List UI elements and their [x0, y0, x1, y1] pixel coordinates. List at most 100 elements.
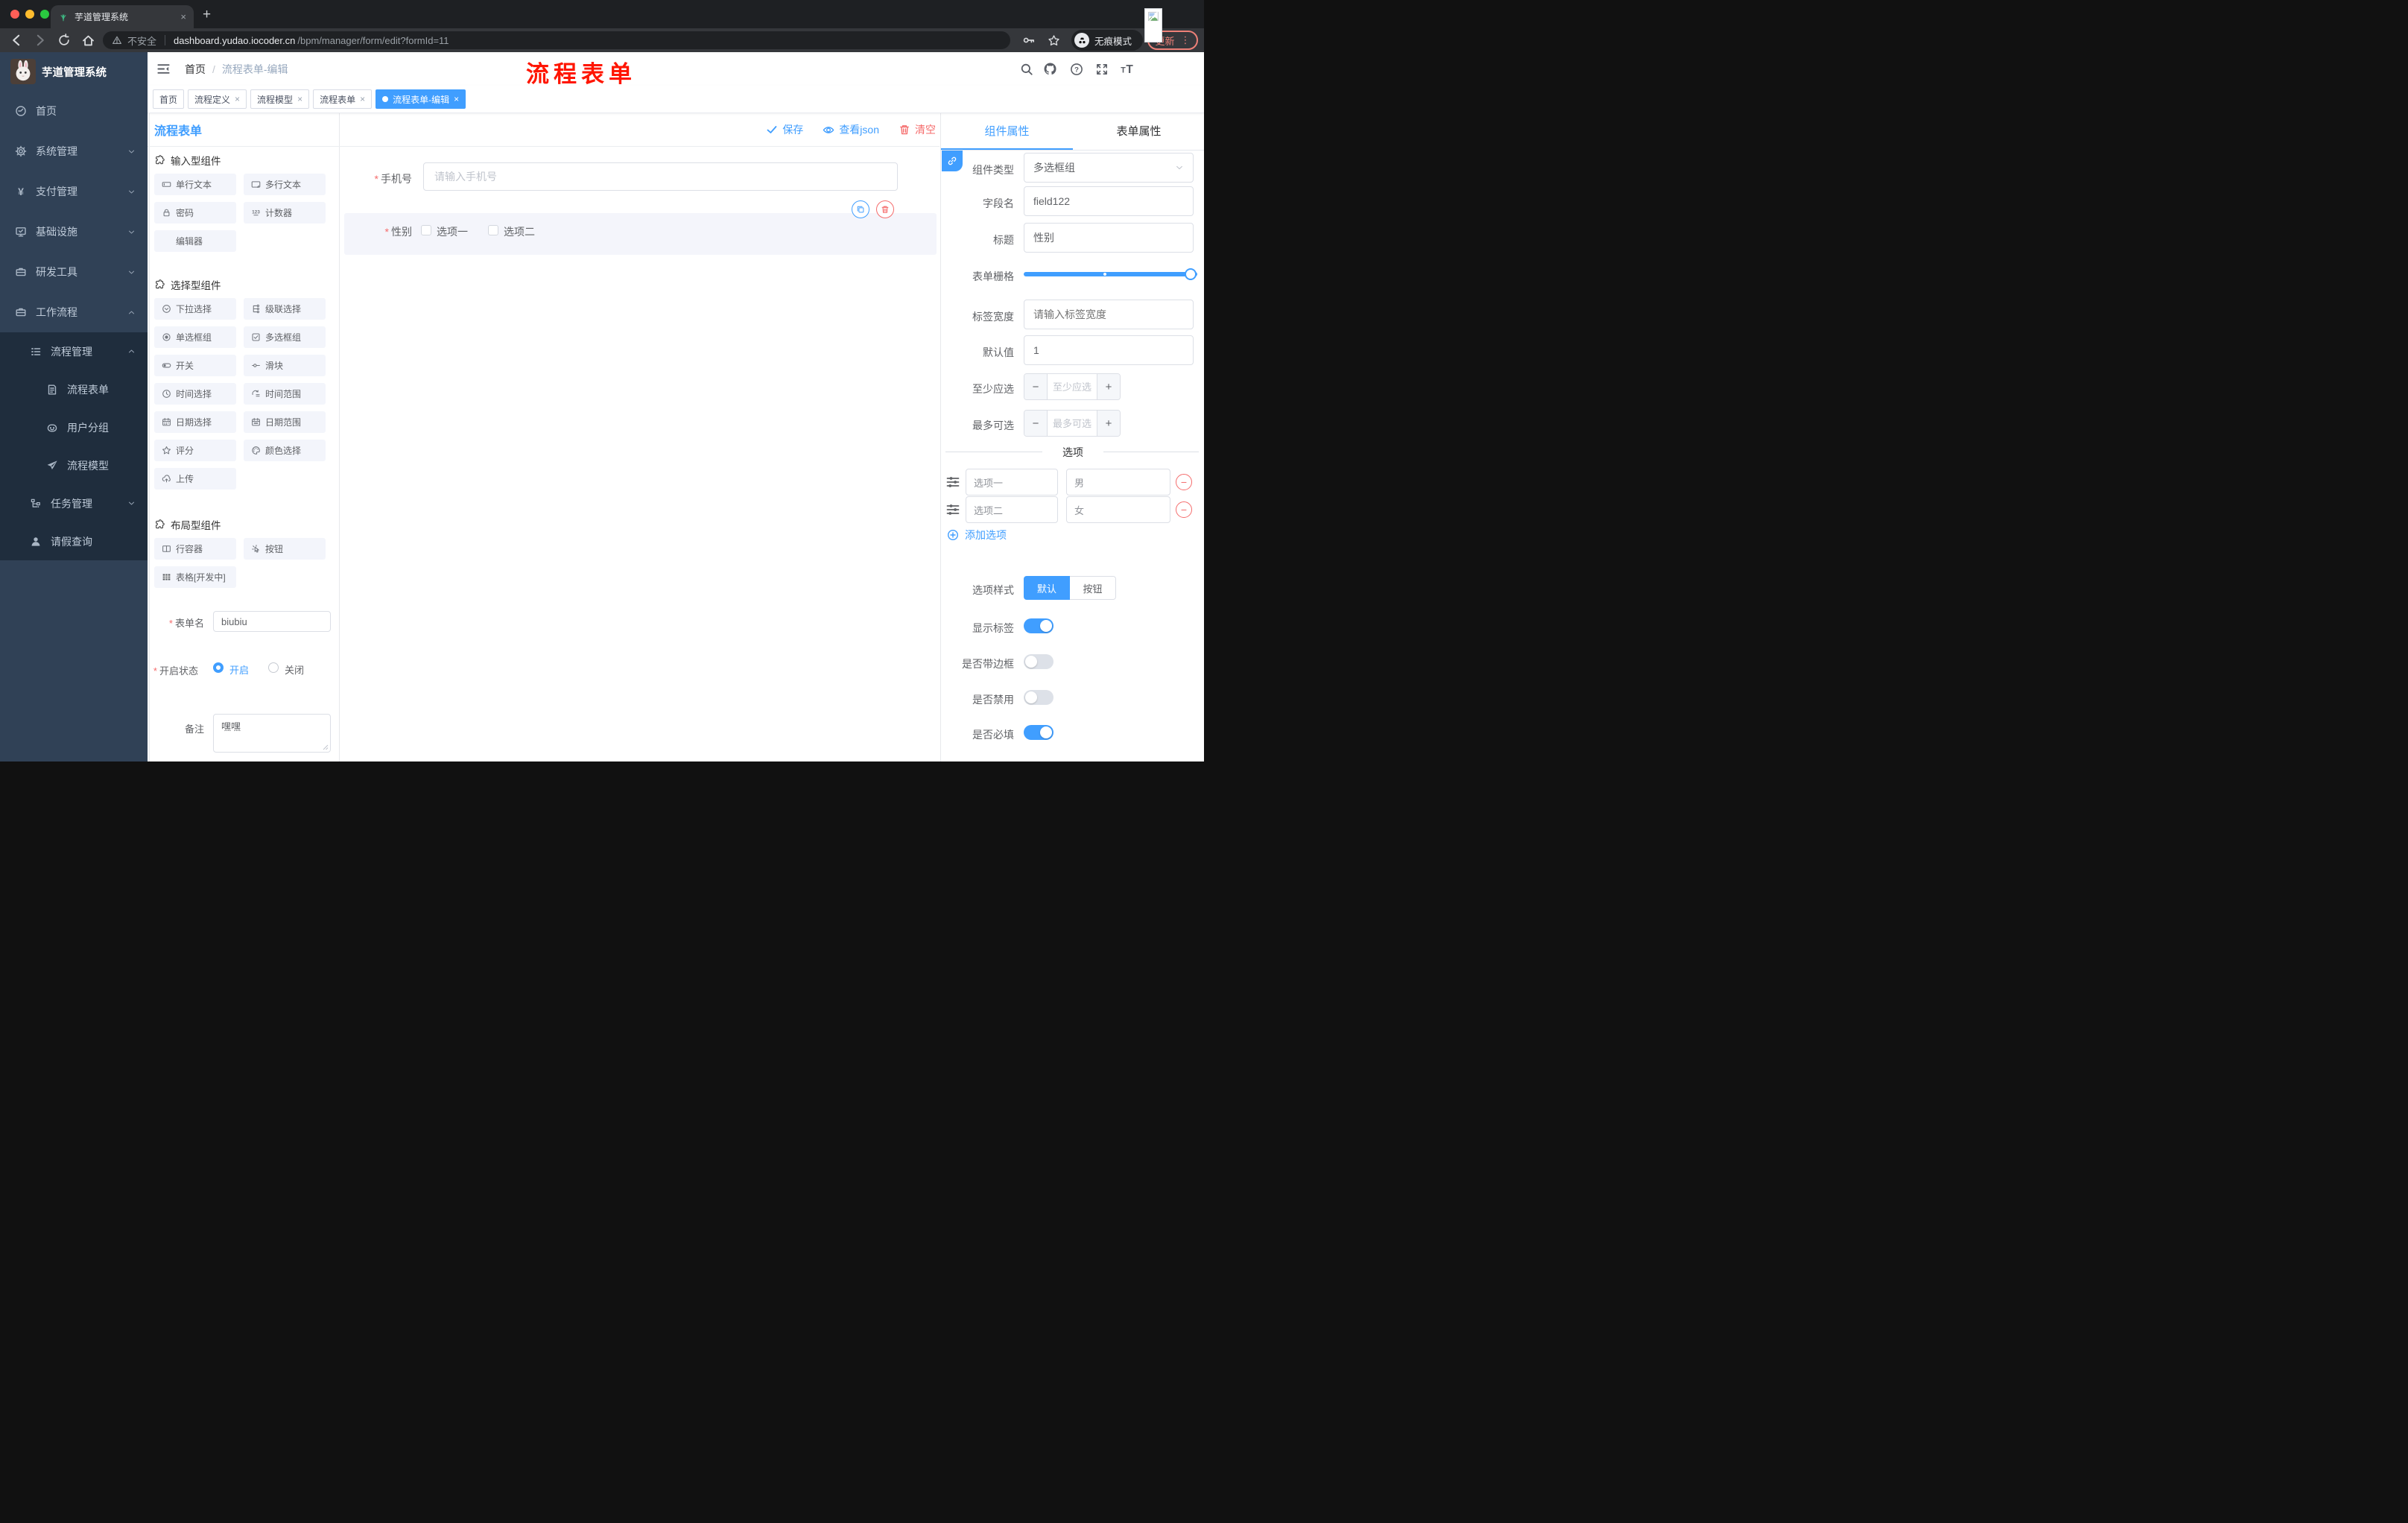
palette-item-multi-line-text[interactable]: 多行文本: [244, 174, 326, 195]
avatar[interactable]: [1144, 8, 1162, 42]
tab-form-properties[interactable]: 表单属性: [1073, 113, 1204, 151]
option2-label-input[interactable]: [966, 496, 1058, 523]
max-select-input[interactable]: [1048, 411, 1097, 436]
delete-component-button[interactable]: [876, 200, 894, 218]
palette-item-editor[interactable]: 编辑器: [154, 230, 236, 252]
palette-item-color-picker[interactable]: 颜色选择: [244, 440, 326, 461]
sidebar-item-workflow[interactable]: 工作流程: [0, 292, 148, 332]
close-window-button[interactable]: [10, 10, 19, 19]
palette-item-button[interactable]: 按钮: [244, 538, 326, 560]
address-bar[interactable]: 不安全 dashboard.yudao.iocoder.cn/bpm/manag…: [103, 31, 1010, 49]
palette-item-password[interactable]: 密码: [154, 202, 236, 224]
tag-process-model[interactable]: 流程模型 ×: [250, 89, 310, 109]
new-tab-button[interactable]: +: [203, 7, 211, 23]
close-tag-icon[interactable]: ×: [360, 94, 365, 104]
title-input[interactable]: [1024, 223, 1194, 253]
status-off-label[interactable]: 关闭: [285, 662, 304, 677]
back-icon[interactable]: [9, 33, 24, 48]
tab-component-properties[interactable]: 组件属性: [941, 113, 1073, 151]
status-off-radio[interactable]: [268, 662, 279, 673]
tag-process-form[interactable]: 流程表单 ×: [313, 89, 373, 109]
option1-label-input[interactable]: [966, 469, 1058, 495]
minimize-window-button[interactable]: [25, 10, 34, 19]
drag-handle-icon[interactable]: [945, 502, 960, 517]
browser-tab[interactable]: 芋道管理系统 ×: [51, 5, 194, 28]
fullscreen-icon[interactable]: [1094, 62, 1109, 76]
password-key-icon[interactable]: [1021, 33, 1036, 48]
style-button-button[interactable]: 按钮: [1070, 576, 1116, 600]
search-icon[interactable]: [1019, 62, 1033, 76]
copy-component-button[interactable]: [852, 200, 869, 218]
slider-handle[interactable]: [1185, 268, 1197, 280]
show-label-toggle[interactable]: [1024, 618, 1054, 633]
palette-item-slider[interactable]: 滑块: [244, 355, 326, 376]
github-icon[interactable]: [1043, 62, 1057, 76]
option2-value-input[interactable]: [1066, 496, 1170, 523]
sidebar-item-payment-management[interactable]: 支付管理: [0, 171, 148, 212]
sidebar-item-infrastructure[interactable]: 基础设施: [0, 212, 148, 252]
form-grid-slider[interactable]: [1024, 272, 1197, 276]
palette-item-switch[interactable]: 开关: [154, 355, 236, 376]
sidebar-item-user-group[interactable]: 用户分组: [0, 408, 148, 446]
close-tab-icon[interactable]: ×: [180, 11, 186, 22]
zoom-window-button[interactable]: [40, 10, 49, 19]
selected-component-row[interactable]: [344, 213, 937, 255]
decrease-button[interactable]: −: [1024, 374, 1048, 399]
increase-button[interactable]: +: [1097, 374, 1120, 399]
sidebar-item-leave-query[interactable]: 请假查询: [0, 522, 148, 560]
option1-value-input[interactable]: [1066, 469, 1170, 495]
required-toggle[interactable]: [1024, 725, 1054, 740]
label-width-input[interactable]: [1024, 300, 1194, 329]
remove-option-button[interactable]: −: [1176, 474, 1192, 490]
palette-item-row-container[interactable]: 行容器: [154, 538, 236, 560]
phone-input[interactable]: [423, 162, 898, 191]
sidebar-item-process-model[interactable]: 流程模型: [0, 446, 148, 484]
save-button[interactable]: 保存: [766, 122, 803, 137]
component-type-select[interactable]: 多选框组: [1024, 153, 1194, 183]
more-menu-icon[interactable]: ⋮: [1181, 34, 1191, 46]
remark-textarea[interactable]: 嘿嘿: [213, 714, 331, 753]
clear-button[interactable]: 清空: [899, 122, 936, 137]
palette-item-time-range[interactable]: 时间范围: [244, 383, 326, 405]
close-tag-icon[interactable]: ×: [454, 94, 459, 104]
reload-icon[interactable]: [57, 33, 72, 48]
collapse-sidebar-icon[interactable]: [156, 62, 171, 76]
forward-icon[interactable]: [33, 33, 48, 48]
palette-item-select[interactable]: 下拉选择: [154, 298, 236, 320]
sidebar-item-process-management[interactable]: 流程管理: [0, 332, 148, 370]
palette-item-date-picker[interactable]: 日期选择: [154, 411, 236, 433]
view-json-button[interactable]: 查看json: [823, 122, 879, 137]
disabled-toggle[interactable]: [1024, 690, 1054, 705]
help-icon[interactable]: [1069, 62, 1083, 76]
palette-item-cascader[interactable]: 级联选择: [244, 298, 326, 320]
increase-button[interactable]: +: [1097, 411, 1120, 436]
tag-process-form-edit-active[interactable]: 流程表单-编辑 ×: [376, 89, 466, 109]
sidebar-item-process-form[interactable]: 流程表单: [0, 370, 148, 408]
gender-option1-label[interactable]: 选项一: [437, 224, 468, 239]
sidebar-item-home[interactable]: 首页: [0, 91, 148, 131]
palette-item-counter[interactable]: 计数器: [244, 202, 326, 224]
palette-item-checkbox-group[interactable]: 多选框组: [244, 326, 326, 348]
link-drawer-handle[interactable]: [942, 151, 963, 171]
remove-option-button[interactable]: −: [1176, 501, 1192, 518]
sidebar-item-dev-tools[interactable]: 研发工具: [0, 252, 148, 292]
gender-option1-checkbox[interactable]: [421, 225, 431, 235]
palette-item-time-picker[interactable]: 时间选择: [154, 383, 236, 405]
palette-item-radio-group[interactable]: 单选框组: [154, 326, 236, 348]
style-default-button[interactable]: 默认: [1024, 576, 1070, 600]
palette-item-rate[interactable]: 评分: [154, 440, 236, 461]
home-icon[interactable]: [80, 33, 95, 48]
font-size-icon[interactable]: [1120, 62, 1134, 76]
gender-option2-label[interactable]: 选项二: [504, 224, 535, 239]
border-toggle[interactable]: [1024, 654, 1054, 669]
form-name-input[interactable]: [213, 611, 331, 632]
default-value-input[interactable]: [1024, 335, 1194, 365]
decrease-button[interactable]: −: [1024, 411, 1048, 436]
close-tag-icon[interactable]: ×: [297, 94, 302, 104]
sidebar-item-task-management[interactable]: 任务管理: [0, 484, 148, 522]
status-on-label[interactable]: 开启: [229, 662, 249, 677]
palette-item-single-line-text[interactable]: 单行文本: [154, 174, 236, 195]
tag-process-definition[interactable]: 流程定义 ×: [188, 89, 247, 109]
add-option-button[interactable]: 添加选项: [947, 528, 1007, 542]
bookmark-star-icon[interactable]: [1046, 33, 1061, 48]
